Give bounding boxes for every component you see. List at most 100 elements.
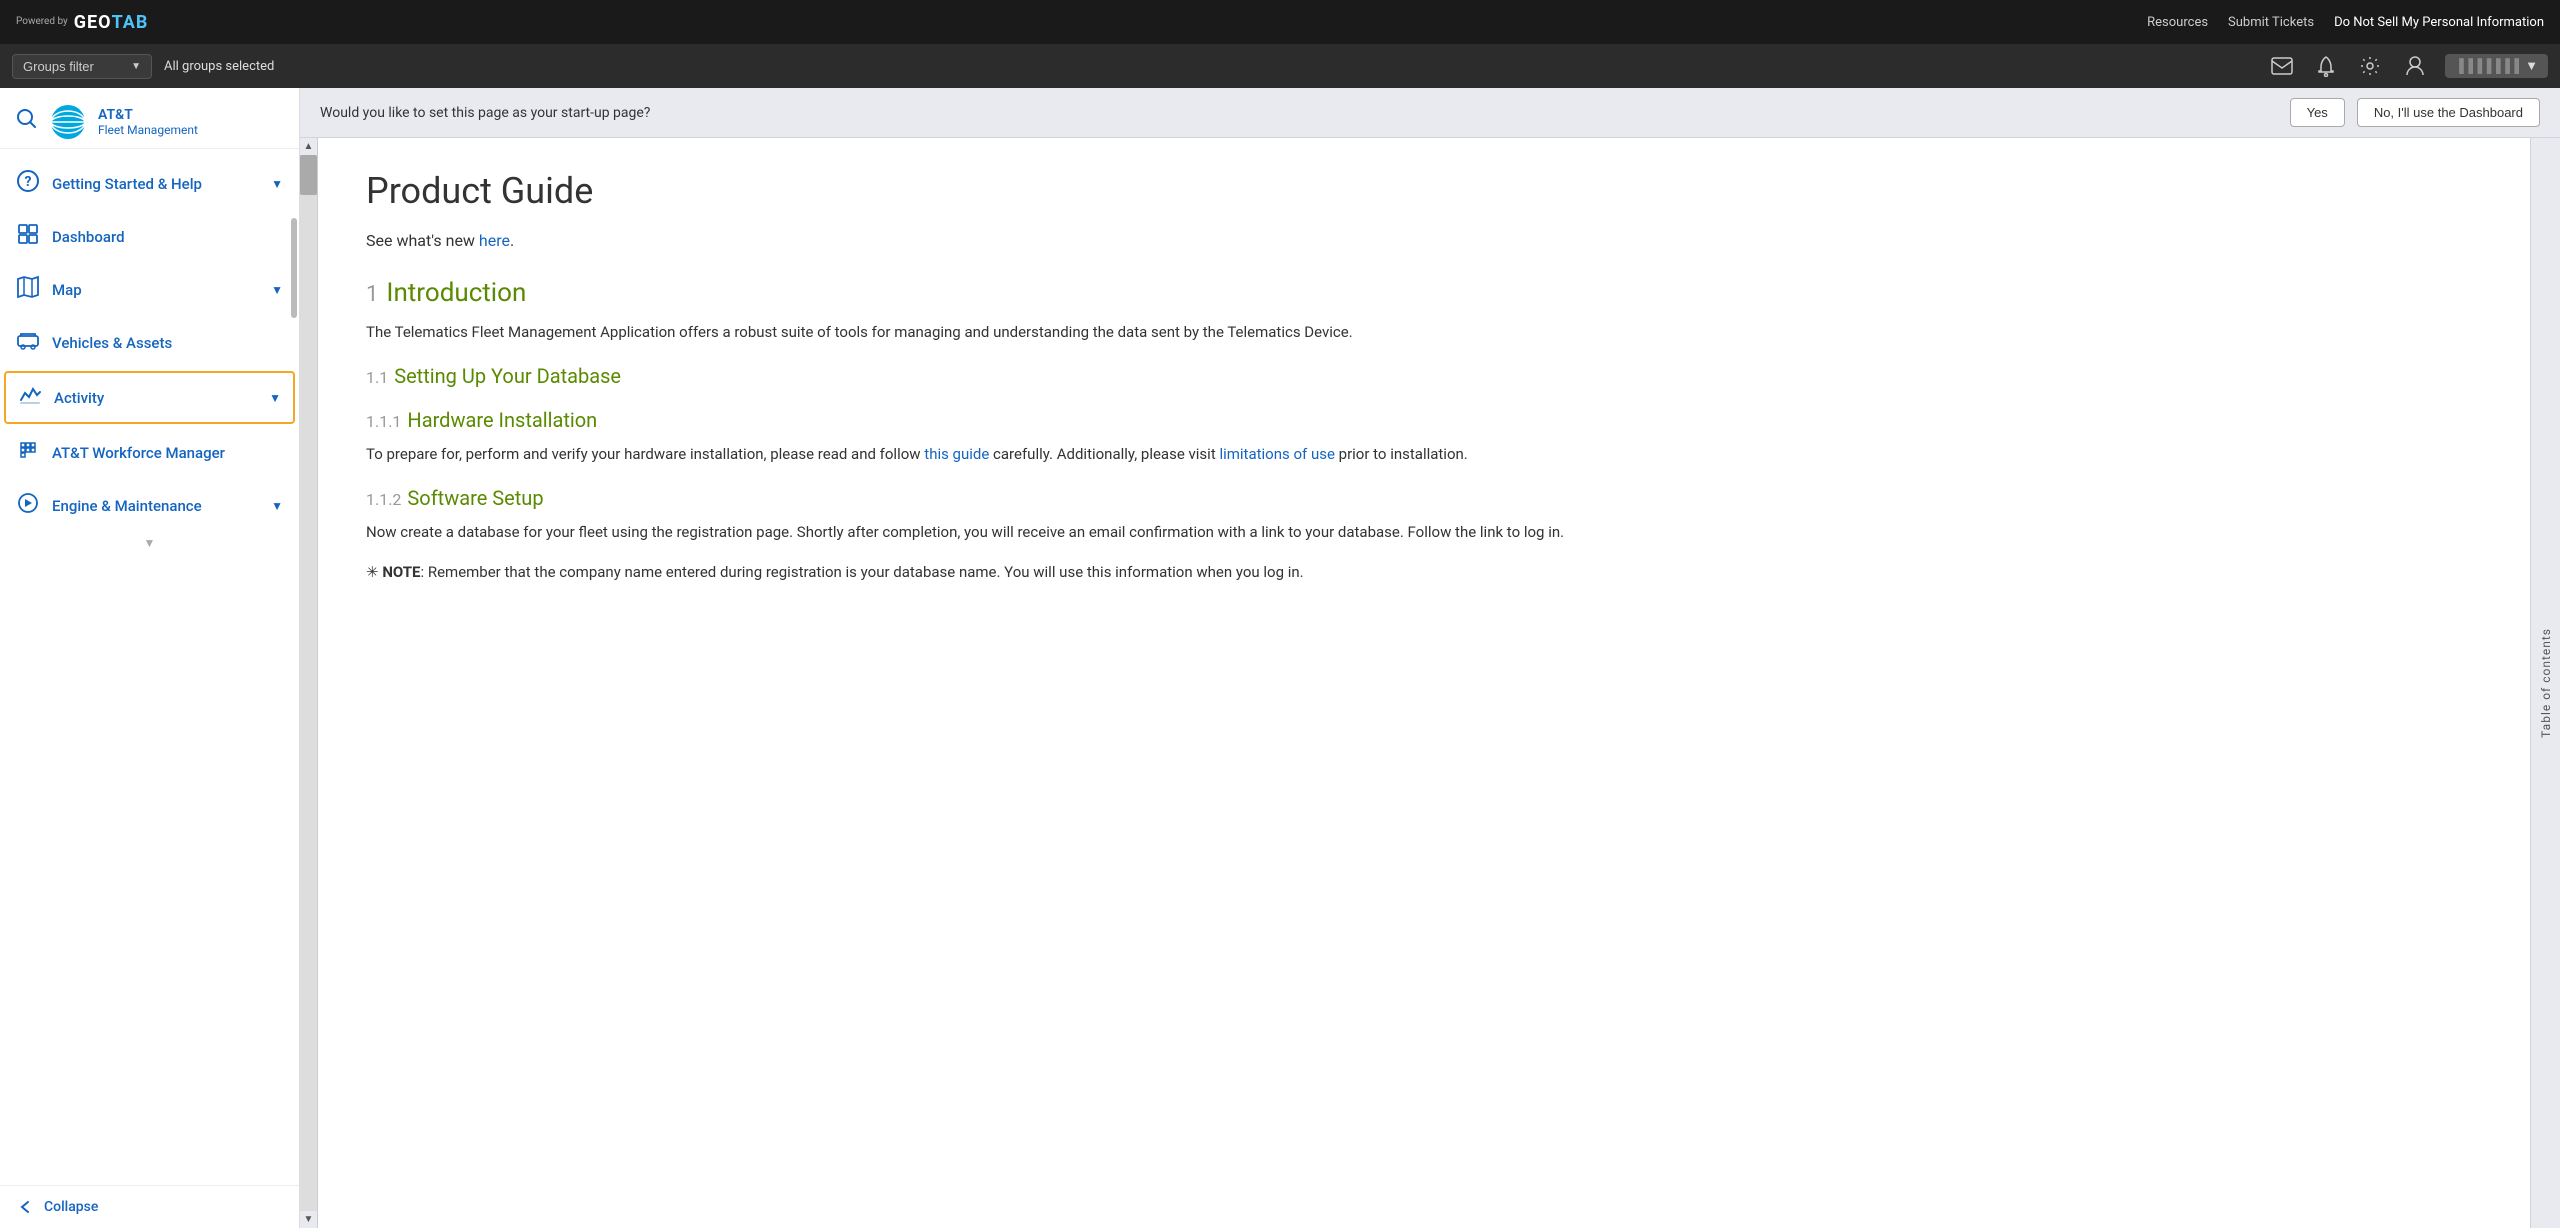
dashboard-icon [16,222,40,251]
doc-title: Product Guide [366,170,2482,212]
sidebar-item-map[interactable]: Map ▼ [0,263,299,316]
sidebar-item-dashboard[interactable]: Dashboard [0,210,299,263]
resources-link[interactable]: Resources [2147,15,2208,30]
section-1-1-1-heading: 1.1.1 Hardware Installation [366,408,2482,432]
user-icon [2405,55,2425,77]
body-mid: carefully. Additionally, please visit [989,445,1219,463]
mail-icon [2271,57,2293,75]
engine-chevron-icon: ▼ [271,499,283,513]
collapse-label: Collapse [44,1199,98,1215]
settings-icon-button[interactable] [2355,51,2385,81]
vehicles-label: Vehicles & Assets [52,334,283,352]
sidebar-item-vehicles[interactable]: Vehicles & Assets [0,316,299,369]
section-1-1-2-heading: 1.1.2 Software Setup [366,486,2482,510]
geotab-logo: GEOTAB [74,12,149,33]
vehicles-icon [16,328,40,357]
this-guide-link[interactable]: this guide [924,445,989,463]
subtitle-text: See what's new [366,231,479,250]
company-info: AT&T Fleet Management [98,107,198,137]
company-sub: Fleet Management [98,123,198,137]
note-label: NOTE [382,563,420,581]
section-1-1-num: 1.1 [366,368,388,387]
sidebar-item-getting-started[interactable]: ? Getting Started & Help ▼ [0,157,299,210]
here-link[interactable]: here [479,231,510,250]
section-1-1-2-body: Now create a database for your fleet usi… [366,520,2482,544]
startup-page-bar: Would you like to set this page as your … [300,88,2560,138]
top-nav-links: Resources Submit Tickets Do Not Sell My … [2147,15,2544,30]
sidebar-item-activity[interactable]: Activity ▼ [4,371,295,424]
do-not-sell-link[interactable]: Do Not Sell My Personal Information [2334,15,2544,30]
note-block: ✳ NOTE: Remember that the company name e… [366,560,2482,584]
sidebar-item-engine[interactable]: Engine & Maintenance ▼ [0,479,299,532]
scroll-thumb[interactable] [300,155,317,195]
getting-started-chevron-icon: ▼ [271,177,283,191]
section-1-num: 1 [366,282,378,307]
activity-label: Activity [54,389,257,407]
collapse-button[interactable]: Collapse [0,1185,299,1228]
section-1-1-heading: 1.1 Setting Up Your Database [366,364,2482,388]
toolbar-icons: ▐▐▐▐▐▐▐ ▼ [2267,51,2548,81]
username-text: ▐▐▐▐▐▐▐ [2455,58,2519,74]
collapse-icon [16,1198,34,1216]
groups-filter-label: Groups filter [23,59,94,74]
getting-started-icon: ? [16,169,40,198]
body-after: prior to installation. [1335,445,1468,463]
company-name: AT&T [98,107,198,123]
map-icon [16,275,40,304]
scroll-down-button[interactable]: ▼ [300,1211,317,1228]
svg-text:?: ? [25,174,32,190]
section-1-heading: 1 Introduction [366,278,2482,308]
workforce-label: AT&T Workforce Manager [52,444,283,462]
subtitle-period: . [510,231,514,250]
document-area: ▲ ▼ Product Guide See what's new here. 1 [300,138,2560,1228]
scroll-track [300,155,317,1211]
gear-icon [2359,55,2381,77]
document-content: Product Guide See what's new here. 1 Int… [366,170,2482,584]
map-label: Map [52,281,259,299]
section-1-1-1-num: 1.1.1 [366,412,401,431]
map-chevron-icon: ▼ [271,283,283,297]
section-1-1-1-title: Hardware Installation [407,408,597,432]
company-logo [50,104,86,140]
nav-items-list: ? Getting Started & Help ▼ Dashboard [0,149,299,1185]
limitations-link[interactable]: limitations of use [1219,445,1334,463]
search-button[interactable] [16,108,38,136]
section-1-1-2-num: 1.1.2 [366,490,401,509]
search-icon [16,108,38,130]
sidebar-item-workforce[interactable]: AT&T Workforce Manager [0,426,299,479]
startup-no-button[interactable]: No, I'll use the Dashboard [2357,98,2540,127]
note-symbol: ✳ [366,563,379,581]
activity-icon [18,383,42,412]
logo-area: Powered by GEOTAB [16,12,148,33]
section-1-title: Introduction [386,278,526,308]
mail-icon-button[interactable] [2267,53,2297,79]
submit-tickets-link[interactable]: Submit Tickets [2228,15,2314,30]
groups-filter-button[interactable]: Groups filter ▼ [12,54,152,79]
user-icon-button[interactable] [2401,51,2429,81]
startup-yes-button[interactable]: Yes [2290,98,2345,127]
groups-filter-bar: Groups filter ▼ All groups selected [0,44,2560,88]
notification-icon-button[interactable] [2313,51,2339,81]
engine-label: Engine & Maintenance [52,497,259,515]
geo-text: GEO [74,12,112,33]
section-1-1-1-body: To prepare for, perform and verify your … [366,442,2482,466]
more-items-indicator: ▼ [0,532,299,554]
powered-by-text: Powered by [16,16,68,28]
content-area: Would you like to set this page as your … [300,88,2560,1228]
top-navigation-bar: Powered by GEOTAB Resources Submit Ticke… [0,0,2560,44]
document-scroll-area[interactable]: Product Guide See what's new here. 1 Int… [318,138,2530,1228]
toc-label: Table of contents [2539,628,2553,738]
doc-scrollbar[interactable]: ▲ ▼ [300,138,318,1228]
scroll-up-button[interactable]: ▲ [300,138,317,155]
user-dropdown-chevron-icon: ▼ [2525,58,2538,74]
dashboard-label: Dashboard [52,228,283,246]
startup-question: Would you like to set this page as your … [320,105,2278,121]
bell-icon [2317,55,2335,77]
sidebar-header: AT&T Fleet Management [0,88,299,149]
user-dropdown[interactable]: ▐▐▐▐▐▐▐ ▼ [2445,54,2548,78]
sidebar-scrollbar[interactable] [291,218,297,318]
engine-icon [16,491,40,520]
doc-subtitle: See what's new here. [366,228,2482,254]
getting-started-label: Getting Started & Help [52,175,259,193]
table-of-contents-panel[interactable]: Table of contents [2530,138,2560,1228]
